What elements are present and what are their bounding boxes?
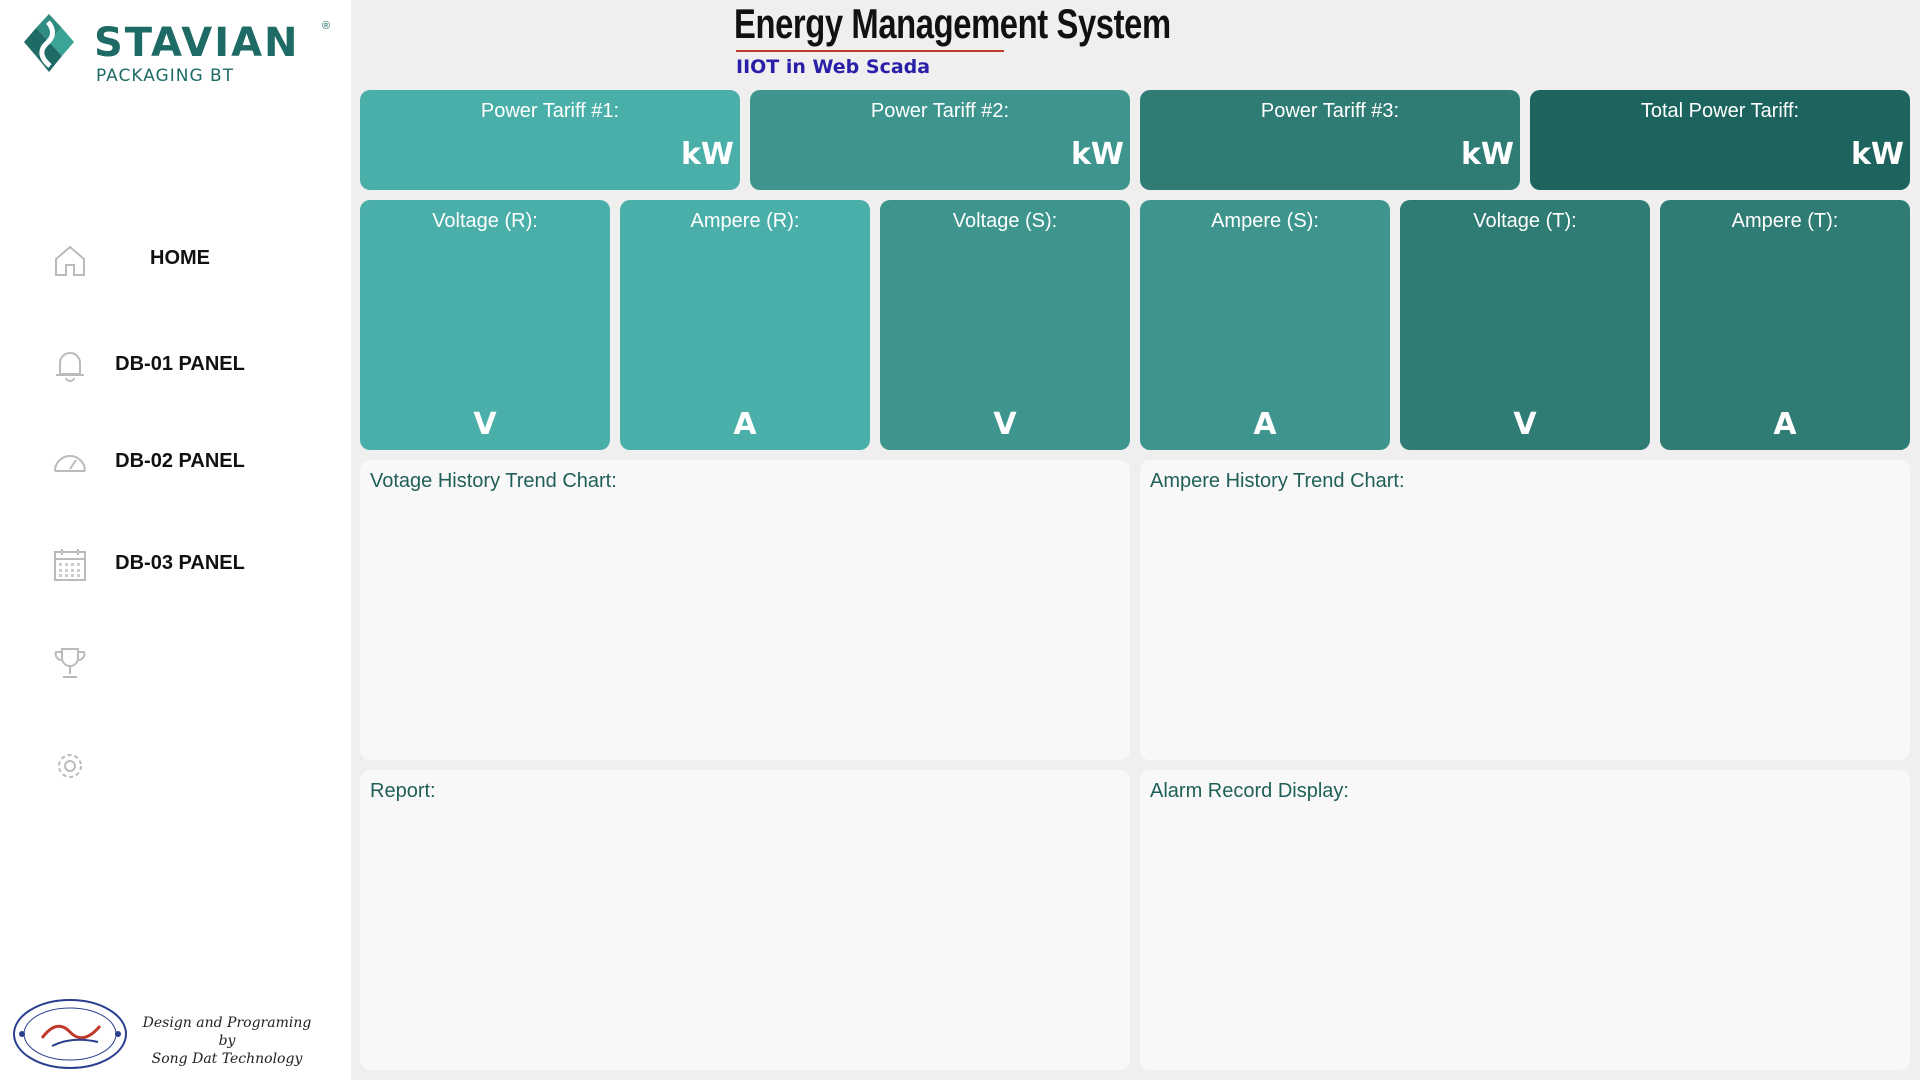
- stavian-logo: STAVIAN ® PACKAGING BT: [18, 12, 338, 86]
- brand-subtitle: PACKAGING BT: [96, 66, 235, 86]
- power-tariff-2-card: Power Tariff #2: kW: [750, 90, 1130, 190]
- card-label: Power Tariff #3:: [1260, 100, 1400, 122]
- sidebar-item-label: DB-01 PANEL: [115, 353, 245, 375]
- sidebar-item-db-01-panel[interactable]: DB-01 PANEL: [0, 335, 351, 395]
- stavian-logo-mark-icon: [24, 14, 74, 72]
- card-unit: kW: [680, 137, 734, 172]
- card-label: Voltage (S):: [952, 210, 1058, 232]
- sidebar-item-db-02-panel[interactable]: DB-02 PANEL: [0, 432, 351, 492]
- power-tariff-3-card: Power Tariff #3: kW: [1140, 90, 1520, 190]
- card-unit: kW: [1460, 137, 1514, 172]
- sidebar-item-settings[interactable]: [0, 735, 351, 795]
- gear-icon: [58, 754, 82, 778]
- brand-registered-mark: ®: [322, 20, 331, 32]
- card-unit: V: [473, 407, 497, 442]
- credit-line-2: Song Dat Technology: [151, 1051, 303, 1067]
- total-power-tariff-card: Total Power Tariff: kW: [1530, 90, 1910, 190]
- panel-title: Alarm Record Display:: [1150, 780, 1349, 802]
- bell-icon: [56, 352, 84, 382]
- ampere-t-card: Ampere (T): A: [1660, 200, 1910, 450]
- report-panel: Report:: [360, 770, 1130, 1070]
- sidebar-item-label: DB-02 PANEL: [115, 450, 245, 472]
- sidebar-item-home[interactable]: HOME: [0, 229, 351, 289]
- credit-line-1: Design and Programing by: [142, 1015, 312, 1049]
- home-icon: [55, 245, 85, 276]
- card-unit: A: [733, 407, 757, 442]
- card-label: Voltage (R):: [432, 210, 538, 232]
- power-tariff-1-card: Power Tariff #1: kW: [360, 90, 740, 190]
- card-unit: kW: [1070, 137, 1124, 172]
- sidebar: STAVIAN ® PACKAGING BT HOME DB-01 PANEL …: [0, 0, 351, 1080]
- voltage-history-chart-panel: Votage History Trend Chart:: [360, 460, 1130, 760]
- title-underline: [736, 50, 1004, 52]
- panel-title: Ampere History Trend Chart:: [1150, 470, 1405, 492]
- voltage-s-card: Voltage (S): V: [880, 200, 1130, 450]
- page-title: Energy Management System: [734, 0, 1171, 47]
- voltage-t-card: Voltage (T): V: [1400, 200, 1650, 450]
- panel-title: Votage History Trend Chart:: [370, 470, 617, 492]
- card-label: Total Power Tariff:: [1640, 100, 1800, 122]
- song-dat-logo: [13, 999, 127, 1069]
- gauge-icon: [54, 455, 86, 472]
- card-unit: V: [993, 407, 1017, 442]
- card-unit: A: [1773, 407, 1797, 442]
- brand-name: STAVIAN: [94, 20, 300, 66]
- sidebar-item-label: HOME: [150, 247, 210, 269]
- footer-credit: Design and Programing by Song Dat Techno…: [134, 1014, 320, 1068]
- card-label: Ampere (S):: [1211, 210, 1319, 232]
- sidebar-item-trophy[interactable]: [0, 633, 351, 693]
- sidebar-item-label: DB-03 PANEL: [115, 552, 245, 574]
- sidebar-item-db-03-panel[interactable]: DB-03 PANEL: [0, 534, 351, 594]
- card-label: Ampere (R):: [690, 210, 800, 232]
- panel-title: Report:: [370, 780, 436, 802]
- card-unit: V: [1513, 407, 1537, 442]
- page-subtitle: IIOT in Web Scada: [736, 56, 931, 78]
- card-unit: kW: [1850, 137, 1904, 172]
- card-label: Power Tariff #2:: [870, 100, 1010, 122]
- trophy-icon: [54, 648, 86, 678]
- voltage-r-card: Voltage (R): V: [360, 200, 610, 450]
- card-label: Ampere (T):: [1731, 210, 1839, 232]
- ampere-history-chart-panel: Ampere History Trend Chart:: [1140, 460, 1910, 760]
- ampere-r-card: Ampere (R): A: [620, 200, 870, 450]
- card-unit: A: [1253, 407, 1277, 442]
- alarm-record-panel: Alarm Record Display:: [1140, 770, 1910, 1070]
- ampere-s-card: Ampere (S): A: [1140, 200, 1390, 450]
- calendar-icon: [54, 549, 86, 581]
- card-label: Power Tariff #1:: [480, 100, 620, 122]
- card-label: Voltage (T):: [1473, 210, 1577, 232]
